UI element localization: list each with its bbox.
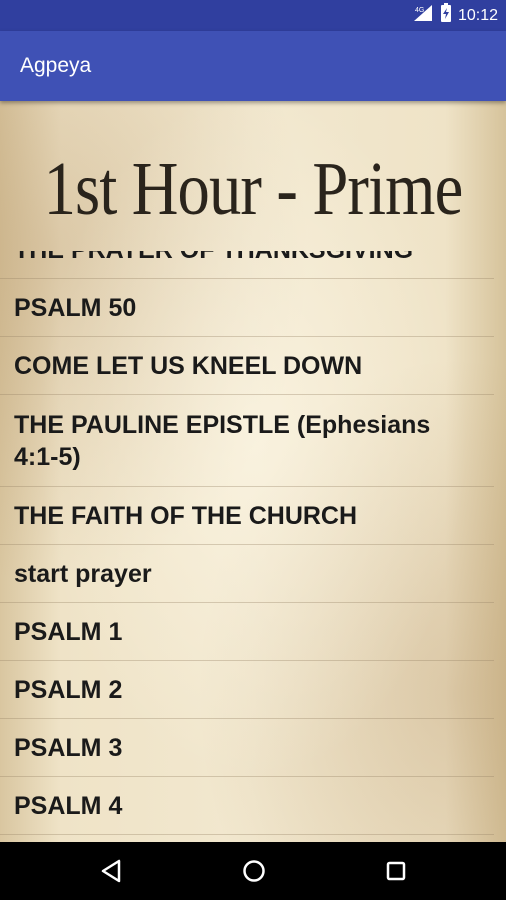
prayer-item-kneel-down[interactable]: COME LET US KNEEL DOWN xyxy=(0,337,494,395)
prayer-item-label: PSALM 3 xyxy=(14,733,123,762)
prayer-item-label: PSALM 50 xyxy=(14,293,137,322)
prayer-item-label: PSALM 1 xyxy=(14,617,123,646)
prayer-list[interactable]: THE PRAYER OF THANKSGIVING PSALM 50 COME… xyxy=(0,251,506,842)
prayer-item-label: COME LET US KNEEL DOWN xyxy=(14,351,363,380)
prayer-item-faith[interactable]: THE FAITH OF THE CHURCH xyxy=(0,487,494,545)
app-title: Agpeya xyxy=(20,54,92,77)
status-time: 10:12 xyxy=(457,6,498,24)
prayer-item-label: PSALM 2 xyxy=(14,675,123,704)
app-bar: Agpeya xyxy=(0,31,506,101)
prayer-item-thanksgiving[interactable]: THE PRAYER OF THANKSGIVING xyxy=(0,251,494,279)
prayer-item-label: PSALM 4 xyxy=(14,791,123,820)
prayer-item-pauline-epistle[interactable]: THE PAULINE EPISTLE (Ephesians 4:1-5) xyxy=(0,395,494,487)
prayer-item-label: THE PAULINE EPISTLE (Ephesians 4:1-5) xyxy=(14,410,431,471)
prayer-item-label: THE FAITH OF THE CHURCH xyxy=(14,501,358,530)
prayer-item-psalm-2[interactable]: PSALM 2 xyxy=(0,661,494,719)
status-bar: 4G 10:12 xyxy=(0,0,506,31)
recent-apps-icon[interactable] xyxy=(381,856,411,886)
back-icon[interactable] xyxy=(97,856,127,886)
battery-icon xyxy=(440,3,452,28)
parchment-content: 1st Hour - Prime THE PRAYER OF THANKSGIV… xyxy=(0,101,506,842)
prayer-item-psalm-3[interactable]: PSALM 3 xyxy=(0,719,494,777)
prayer-item-psalm-50[interactable]: PSALM 50 xyxy=(0,279,494,337)
prayer-item-psalm-4[interactable]: PSALM 4 xyxy=(0,777,494,835)
prayer-list-inner: THE PRAYER OF THANKSGIVING PSALM 50 COME… xyxy=(0,251,506,835)
prayer-item-start-prayer[interactable]: start prayer xyxy=(0,545,494,603)
prayer-item-psalm-1[interactable]: PSALM 1 xyxy=(0,603,494,661)
navigation-bar xyxy=(0,842,506,900)
hour-title: 1st Hour - Prime xyxy=(43,147,464,231)
prayer-item-label: start prayer xyxy=(14,559,152,588)
signal-icon: 4G xyxy=(412,4,434,27)
home-icon[interactable] xyxy=(239,856,269,886)
status-icons: 4G 10:12 xyxy=(412,0,498,31)
network-type: 4G xyxy=(415,7,424,14)
prayer-item-label: THE PRAYER OF THANKSGIVING xyxy=(14,251,413,266)
